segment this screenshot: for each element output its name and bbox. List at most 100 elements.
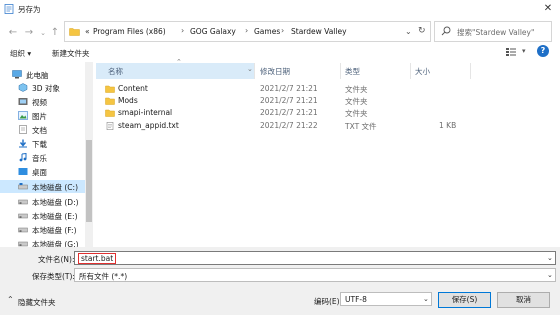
nav-item-documents[interactable]: 文档	[0, 123, 88, 136]
close-button[interactable]: ✕	[540, 2, 556, 16]
drive-icon	[18, 213, 28, 219]
chevron-right-icon[interactable]: ›	[245, 26, 248, 35]
nav-item-label: 文档	[32, 126, 47, 135]
file-row[interactable]: Mods 2021/2/7 21:21 文件夹	[102, 95, 502, 107]
chevron-right-icon[interactable]: ›	[181, 26, 184, 35]
nav-item-desktop[interactable]: 桌面	[0, 165, 88, 178]
folder-icon	[69, 28, 80, 36]
new-folder-button[interactable]: 新建文件夹	[52, 48, 90, 59]
sort-up-icon: ⌃	[176, 58, 182, 66]
chevron-down-icon[interactable]: ⌄	[547, 254, 553, 262]
navigation-pane: 此电脑 3D 对象 视频 图片 文档 下载 音乐 桌面 本地磁盘 (C:) 本地…	[0, 62, 94, 247]
save-button[interactable]: 保存(S)	[438, 292, 491, 308]
view-options-icon[interactable]	[505, 46, 519, 58]
column-header-date[interactable]: 修改日期	[260, 66, 290, 82]
breadcrumb-stardew-valley[interactable]: Stardew Valley	[291, 27, 347, 36]
filetype-label: 保存类型(T):	[32, 272, 75, 281]
filename-value[interactable]: start.bat	[78, 253, 117, 264]
back-arrow-icon[interactable]: ←	[6, 26, 20, 40]
drive-icon	[18, 183, 28, 190]
address-bar[interactable]: « Program Files (x86) › GOG Galaxy › Gam…	[64, 21, 431, 42]
title-bar: 另存为 ✕	[0, 0, 560, 18]
file-type: 文件夹	[345, 97, 368, 106]
nav-item-3d-objects[interactable]: 3D 对象	[0, 81, 88, 94]
drive-icon	[18, 199, 28, 205]
nav-item-label: 本地磁盘 (C:)	[32, 183, 78, 192]
nav-item-drive-g[interactable]: 本地磁盘 (G:)	[0, 237, 88, 247]
column-header-name[interactable]: 名称	[108, 66, 123, 82]
breadcrumb-games[interactable]: Games	[254, 27, 280, 36]
up-arrow-icon[interactable]: ↑	[48, 26, 62, 40]
drive-icon	[18, 241, 28, 247]
nav-item-music[interactable]: 音乐	[0, 151, 88, 164]
file-row[interactable]: smapi-internal 2021/2/7 21:21 文件夹	[102, 107, 502, 119]
cancel-button[interactable]: 取消	[497, 292, 550, 308]
view-dropdown-icon[interactable]: ▾	[522, 47, 526, 55]
column-divider[interactable]	[254, 63, 255, 79]
file-type: 文件夹	[345, 85, 368, 94]
file-name: Content	[118, 84, 148, 93]
nav-item-label: 桌面	[32, 168, 47, 177]
file-date: 2021/2/7 21:21	[260, 96, 318, 105]
computer-icon	[12, 70, 22, 79]
nav-item-drive-e[interactable]: 本地磁盘 (E:)	[0, 209, 88, 222]
chevron-down-icon[interactable]: ⌄	[547, 271, 553, 279]
encoding-label: 编码(E):	[314, 297, 343, 306]
nav-item-videos[interactable]: 视频	[0, 95, 88, 108]
nav-item-drive-d[interactable]: 本地磁盘 (D:)	[0, 195, 88, 208]
chevron-up-icon[interactable]: ⌃	[7, 295, 14, 304]
organize-button[interactable]: 组织 ▾	[10, 48, 31, 59]
cube-icon	[18, 83, 28, 92]
nav-item-this-pc[interactable]: 此电脑	[0, 68, 88, 81]
column-divider[interactable]	[470, 63, 471, 79]
nav-item-label: 3D 对象	[32, 84, 60, 93]
help-icon[interactable]: ?	[537, 45, 549, 57]
search-icon	[441, 26, 451, 36]
refresh-icon[interactable]: ↻	[418, 26, 426, 36]
chevron-down-icon[interactable]: ⌄	[423, 295, 429, 303]
chevron-down-icon[interactable]: ⌄	[247, 65, 253, 73]
nav-item-pictures[interactable]: 图片	[0, 109, 88, 122]
file-row[interactable]: steam_appid.txt 2021/2/7 21:22 TXT 文件 1 …	[102, 120, 502, 132]
scrollbar-thumb[interactable]	[86, 140, 92, 222]
column-header-size[interactable]: 大小	[415, 66, 430, 82]
notepad-icon	[4, 4, 14, 14]
folder-icon	[105, 97, 115, 105]
chevron-down-icon[interactable]: ⌄	[405, 27, 412, 36]
file-type: 文件夹	[345, 109, 368, 118]
nav-item-label: 音乐	[32, 154, 47, 163]
nav-item-label: 本地磁盘 (F:)	[32, 226, 77, 235]
file-name: steam_appid.txt	[118, 121, 179, 130]
chevron-right-icon[interactable]: ›	[281, 26, 284, 35]
column-header-type[interactable]: 类型	[345, 66, 360, 82]
filetype-select[interactable]: 所有文件 (*.*) ⌄	[74, 268, 556, 282]
encoding-select[interactable]: UTF-8 ⌄	[340, 292, 432, 306]
nav-item-drive-c[interactable]: 本地磁盘 (C:)	[0, 180, 88, 193]
nav-item-label: 此电脑	[26, 71, 49, 80]
filename-input[interactable]: start.bat ⌄	[74, 251, 556, 265]
nav-item-drive-f[interactable]: 本地磁盘 (F:)	[0, 223, 88, 236]
breadcrumb-overflow[interactable]: «	[85, 27, 90, 36]
search-box[interactable]: 搜索"Stardew Valley"	[434, 21, 552, 42]
file-row[interactable]: Content 2021/2/7 21:21 文件夹	[102, 83, 502, 95]
search-placeholder: 搜索"Stardew Valley"	[457, 28, 535, 37]
column-divider[interactable]	[340, 63, 341, 79]
breadcrumb-gog-galaxy[interactable]: GOG Galaxy	[190, 27, 236, 36]
breadcrumb-program-files[interactable]: Program Files (x86)	[93, 27, 166, 36]
file-name: Mods	[118, 96, 138, 105]
window-title: 另存为	[18, 5, 41, 14]
file-date: 2021/2/7 21:21	[260, 108, 318, 117]
nav-item-downloads[interactable]: 下载	[0, 137, 88, 150]
filename-label: 文件名(N):	[38, 255, 75, 264]
desktop-icon	[18, 168, 28, 175]
file-date: 2021/2/7 21:21	[260, 84, 318, 93]
forward-arrow-icon[interactable]: →	[22, 26, 36, 40]
hide-folders-button[interactable]: 隐藏文件夹	[18, 297, 56, 308]
column-divider[interactable]	[410, 63, 411, 79]
picture-icon	[18, 111, 28, 120]
drive-icon	[18, 227, 28, 233]
navigation-scrollbar[interactable]	[85, 62, 93, 247]
video-icon	[18, 98, 28, 105]
filetype-value: 所有文件 (*.*)	[79, 272, 128, 281]
nav-item-label: 图片	[32, 112, 47, 121]
